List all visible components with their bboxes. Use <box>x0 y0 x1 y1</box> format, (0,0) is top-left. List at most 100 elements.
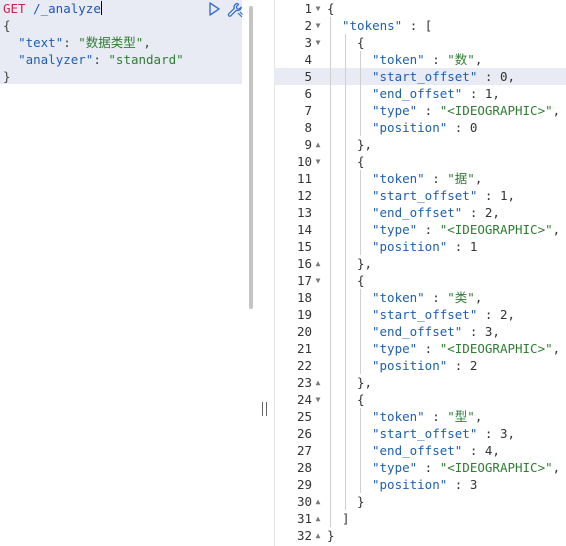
code-text: { <box>357 153 365 170</box>
response-line[interactable]: 9 ▲}, <box>274 136 566 153</box>
response-line[interactable]: 19 "start_offset" : 2, <box>274 306 566 323</box>
fold-toggle-icon[interactable]: ▲ <box>314 510 322 527</box>
code-text: "token" : "型", <box>372 408 482 425</box>
line-number: 20 <box>296 324 312 339</box>
fold-toggle-icon[interactable]: ▲ <box>314 527 322 544</box>
json-bracket: { <box>327 1 335 16</box>
field-value: "数据类型" <box>78 35 144 50</box>
response-line[interactable]: 1 ▼ { <box>274 0 566 17</box>
json-key: "token" <box>372 52 425 67</box>
code-text: { <box>357 391 365 408</box>
json-comma: , <box>492 443 500 458</box>
line-number: 4 <box>304 52 312 67</box>
line-number: 30 <box>296 494 312 509</box>
response-line[interactable]: 8 "position" : 0 <box>274 119 566 136</box>
fold-toggle-icon[interactable]: ▼ <box>314 34 322 51</box>
line-number: 29 <box>296 477 312 492</box>
code-text: "position" : 2 <box>372 357 477 374</box>
json-key: "token" <box>372 290 425 305</box>
json-bracket: } <box>357 494 365 509</box>
json-bracket: }, <box>357 256 373 271</box>
fold-toggle-icon[interactable]: ▼ <box>314 0 322 17</box>
response-line[interactable]: 20 "end_offset" : 3, <box>274 323 566 340</box>
json-key: "start_offset" <box>372 307 478 322</box>
fold-toggle-icon[interactable]: ▼ <box>314 272 322 289</box>
wrench-icon[interactable] <box>226 1 244 19</box>
response-line[interactable]: 23 ▲}, <box>274 374 566 391</box>
request-field-analyzer[interactable]: "analyzer": "standard" <box>3 51 184 68</box>
fold-toggle-icon[interactable]: ▲ <box>314 136 322 153</box>
response-line[interactable]: 24 ▼ { <box>274 391 566 408</box>
response-line[interactable]: 12 "start_offset" : 1, <box>274 187 566 204</box>
line-number: 19 <box>296 307 312 322</box>
response-line[interactable]: 11 "token" : "据", <box>274 170 566 187</box>
code-text: "position" : 1 <box>372 238 477 255</box>
response-line[interactable]: 21 "type" : "<IDEOGRAPHIC>", <box>274 340 566 357</box>
play-icon[interactable] <box>206 1 222 17</box>
response-line[interactable]: 29 "position" : 3 <box>274 476 566 493</box>
request-close-brace: } <box>3 69 11 84</box>
fold-toggle-icon[interactable]: ▲ <box>314 493 322 510</box>
response-line[interactable]: 10 ▼ { <box>274 153 566 170</box>
json-bracket: [ <box>424 18 433 33</box>
response-line[interactable]: 7 "type" : "<IDEOGRAPHIC>", <box>274 102 566 119</box>
line-number: 17 <box>296 273 312 288</box>
response-line[interactable]: 13 "end_offset" : 2, <box>274 204 566 221</box>
code-text: }, <box>357 136 372 153</box>
code-text: "position" : 0 <box>372 119 477 136</box>
response-line[interactable]: 30 ▲} <box>274 493 566 510</box>
json-comma: , <box>552 341 561 356</box>
code-text: ] <box>342 510 350 527</box>
response-line[interactable]: 27 "end_offset" : 4, <box>274 442 566 459</box>
indent-guide <box>330 17 331 527</box>
code-text: } <box>327 527 335 544</box>
fold-toggle-icon[interactable]: ▼ <box>314 17 322 34</box>
response-line[interactable]: 16 ▲}, <box>274 255 566 272</box>
indent-guide <box>360 289 361 374</box>
json-comma: , <box>507 426 515 441</box>
fold-toggle-icon[interactable]: ▼ <box>314 153 322 170</box>
response-line[interactable]: 6 "end_offset" : 1, <box>274 85 566 102</box>
response-line[interactable]: 25 "token" : "型", <box>274 408 566 425</box>
line-number: 8 <box>304 120 312 135</box>
fold-toggle-icon[interactable]: ▼ <box>314 391 322 408</box>
response-line[interactable]: 32 ▲} <box>274 527 566 544</box>
response-line[interactable]: 31 ▲] <box>274 510 566 527</box>
json-string-value: "<IDEOGRAPHIC>" <box>439 103 553 118</box>
code-text: "end_offset" : 2, <box>372 204 500 221</box>
response-line[interactable]: 15 "position" : 1 <box>274 238 566 255</box>
json-comma: , <box>552 103 561 118</box>
line-number: 31 <box>296 511 312 526</box>
code-text: "start_offset" : 0, <box>372 68 515 85</box>
field-value: "standard" <box>108 52 184 67</box>
editor-scrollbar[interactable] <box>249 6 253 309</box>
line-number: 3 <box>304 35 312 50</box>
text-cursor <box>100 1 102 15</box>
code-text: "token" : "类", <box>372 289 482 306</box>
line-number: 10 <box>296 154 312 169</box>
response-line[interactable]: 28 "type" : "<IDEOGRAPHIC>", <box>274 459 566 476</box>
request-line[interactable]: GET /_analyze <box>3 0 102 17</box>
response-line[interactable]: 4 "token" : "数", <box>274 51 566 68</box>
json-key: "end_offset" <box>372 443 463 458</box>
fold-toggle-icon[interactable]: ▲ <box>314 255 322 272</box>
json-key: "position" <box>372 239 448 254</box>
json-comma: , <box>474 290 483 305</box>
response-line[interactable]: 17 ▼ { <box>274 272 566 289</box>
json-key: "type" <box>372 460 418 475</box>
request-field-text[interactable]: "text": "数据类型", <box>3 34 151 51</box>
response-line[interactable]: 2 ▼ "tokens" : [ <box>274 17 566 34</box>
json-separator: : <box>417 103 440 118</box>
response-line[interactable]: 18 "token" : "类", <box>274 289 566 306</box>
fold-toggle-icon[interactable]: ▲ <box>314 374 322 391</box>
pane-resize-handle[interactable] <box>262 402 268 416</box>
response-viewer[interactable]: 1 ▼{2 ▼ "tokens" : [3 ▼{4 "token" : "数", 5 "sta… <box>274 0 566 546</box>
line-number: 6 <box>304 86 312 101</box>
response-line[interactable]: 3 ▼ { <box>274 34 566 51</box>
response-line[interactable]: 26 "start_offset" : 3, <box>274 425 566 442</box>
response-line[interactable]: 14 "type" : "<IDEOGRAPHIC>", <box>274 221 566 238</box>
line-number: 5 <box>304 69 312 84</box>
request-editor[interactable]: GET /_analyze { "text": "数据类型", "analyze… <box>0 0 258 546</box>
response-line[interactable]: 22 "position" : 2 <box>274 357 566 374</box>
response-line[interactable]: 5 "start_offset" : 0, <box>274 68 566 85</box>
